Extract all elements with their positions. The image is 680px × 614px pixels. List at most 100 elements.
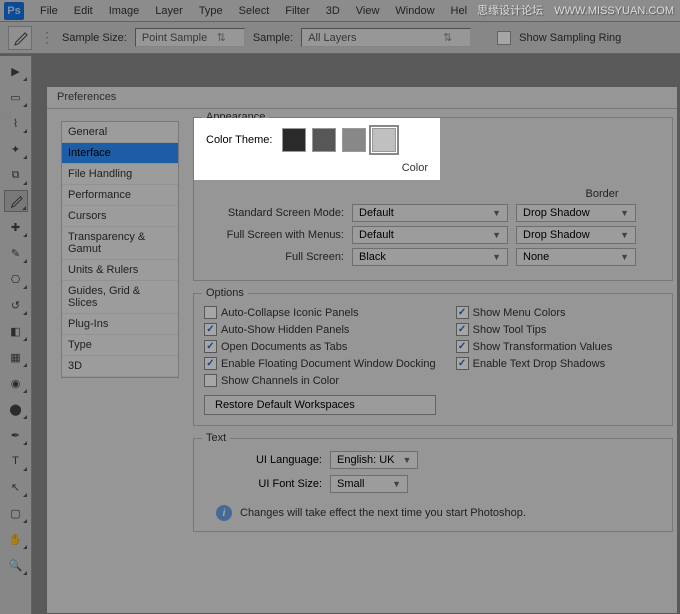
fullscreen-label: Full Screen: [204,251,344,263]
menu-select[interactable]: Select [231,2,278,20]
menu-file[interactable]: File [32,2,66,20]
fullscreen-color-select[interactable]: Black▼ [352,248,508,266]
pref-cat-guides[interactable]: Guides, Grid & Slices [62,281,178,314]
lasso-tool-icon[interactable]: ⌇ [4,112,28,134]
checkbox-icon [204,306,217,319]
history-brush-tool-icon[interactable]: ↺ [4,294,28,316]
sample-label: Sample: [253,32,293,44]
pref-cat-general[interactable]: General [62,122,178,143]
color-column-header-dup [376,188,532,200]
menu-edit[interactable]: Edit [66,2,101,20]
opt-floating-dock[interactable]: ✓Enable Floating Document Window Docking [204,357,436,370]
menu-filter[interactable]: Filter [277,2,317,20]
menu-help[interactable]: Hel [443,2,476,20]
theme-swatch-3[interactable] [342,128,366,152]
hand-tool-icon[interactable]: ✋ [4,528,28,550]
chevron-down-icon: ▼ [620,252,629,262]
standard-screen-color-select[interactable]: Default▼ [352,204,508,222]
opt-auto-show[interactable]: ✓Auto-Show Hidden Panels [204,323,436,336]
grip-icon: ⋮ [40,29,54,46]
type-tool-icon[interactable]: T [4,450,28,472]
ui-fontsize-select[interactable]: Small▼ [330,475,408,493]
show-sampling-ring-checkbox[interactable]: Show Sampling Ring [497,31,621,45]
pref-cat-interface[interactable]: Interface [62,143,178,164]
sample-size-value: Point Sample [142,32,207,44]
standard-screen-border-select[interactable]: Drop Shadow▼ [516,204,636,222]
app-logo: Ps [4,2,24,20]
zoom-tool-icon[interactable]: 🔍 [4,554,28,576]
sample-size-select[interactable]: Point Sample ⇅ [135,28,245,47]
brush-tool-icon[interactable]: ✎ [4,242,28,264]
menu-3d[interactable]: 3D [318,2,348,20]
sample-select[interactable]: All Layers ⇅ [301,28,471,47]
pref-cat-3d[interactable]: 3D [62,356,178,377]
checkbox-icon: ✓ [456,340,469,353]
eyedropper-tool-icon[interactable] [8,26,32,50]
text-legend: Text [202,432,230,444]
standard-screen-label: Standard Screen Mode: [204,207,344,219]
opt-text-shadows[interactable]: ✓Enable Text Drop Shadows [456,357,613,370]
chevron-down-icon: ▼ [392,479,401,489]
restart-info: i Changes will take effect the next time… [216,505,662,521]
chevron-updown-icon: ⇅ [217,31,226,44]
sample-size-label: Sample Size: [62,32,127,44]
heal-tool-icon[interactable]: ✚ [4,216,28,238]
theme-swatch-2[interactable] [312,128,336,152]
theme-swatch-4[interactable] [372,128,396,152]
chevron-down-icon: ▼ [492,230,501,240]
fullscreen-menus-color-select[interactable]: Default▼ [352,226,508,244]
opt-menu-colors[interactable]: ✓Show Menu Colors [456,306,613,319]
fullscreen-border-select[interactable]: None▼ [516,248,636,266]
color-theme-swatches [282,128,396,152]
menu-layer[interactable]: Layer [147,2,191,20]
ui-language-select[interactable]: English: UK▼ [330,451,418,469]
pref-cat-performance[interactable]: Performance [62,185,178,206]
toolbox: ▶ ▭ ⌇ ✦ ⧉ ✚ ✎ ⎔ ↺ ◧ ▦ ◉ ⬤ ✒ T ↖ ▢ ✋ 🔍 [0,56,32,614]
opt-open-tabs[interactable]: ✓Open Documents as Tabs [204,340,436,353]
wand-tool-icon[interactable]: ✦ [4,138,28,160]
chevron-down-icon: ▼ [492,208,501,218]
menu-image[interactable]: Image [101,2,148,20]
pref-cat-type[interactable]: Type [62,335,178,356]
theme-swatch-1[interactable] [282,128,306,152]
eyedropper-tool-icon[interactable] [4,190,28,212]
pref-cat-cursors[interactable]: Cursors [62,206,178,227]
opt-tooltips[interactable]: ✓Show Tool Tips [456,323,613,336]
pref-cat-transparency[interactable]: Transparency & Gamut [62,227,178,260]
checkbox-icon: ✓ [456,357,469,370]
checkbox-icon: ✓ [204,323,217,336]
fullscreen-menus-border-select[interactable]: Drop Shadow▼ [516,226,636,244]
opt-channels-color[interactable]: Show Channels in Color [204,374,436,387]
crop-tool-icon[interactable]: ⧉ [4,164,28,186]
dodge-tool-icon[interactable]: ⬤ [4,398,28,420]
blur-tool-icon[interactable]: ◉ [4,372,28,394]
pref-cat-units[interactable]: Units & Rulers [62,260,178,281]
chevron-down-icon: ▼ [620,208,629,218]
pref-cat-filehandling[interactable]: File Handling [62,164,178,185]
opt-auto-collapse[interactable]: Auto-Collapse Iconic Panels [204,306,436,319]
watermark-a: 思缘设计论坛 [477,5,543,17]
menu-window[interactable]: Window [387,2,442,20]
restart-info-text: Changes will take effect the next time y… [240,507,526,519]
chevron-down-icon: ▼ [620,230,629,240]
opt-transform-values[interactable]: ✓Show Transformation Values [456,340,613,353]
menu-type[interactable]: Type [191,2,231,20]
pen-tool-icon[interactable]: ✒ [4,424,28,446]
checkbox-icon: ✓ [456,323,469,336]
text-group: Text UI Language: English: UK▼ UI Font S… [193,438,673,532]
checkbox-icon: ✓ [204,340,217,353]
pref-cat-plugins[interactable]: Plug-Ins [62,314,178,335]
appearance-group: Appearance Color Theme: Color [193,117,673,281]
shape-tool-icon[interactable]: ▢ [4,502,28,524]
move-tool-icon[interactable]: ▶ [4,60,28,82]
path-tool-icon[interactable]: ↖ [4,476,28,498]
eraser-tool-icon[interactable]: ◧ [4,320,28,342]
color-column-header: Color [206,152,428,174]
restore-workspaces-button[interactable]: Restore Default Workspaces [204,395,436,415]
gradient-tool-icon[interactable]: ▦ [4,346,28,368]
marquee-tool-icon[interactable]: ▭ [4,86,28,108]
menu-view[interactable]: View [348,2,388,20]
color-theme-row: Color Theme: Color [194,118,440,180]
stamp-tool-icon[interactable]: ⎔ [4,268,28,290]
checkbox-icon [204,374,217,387]
